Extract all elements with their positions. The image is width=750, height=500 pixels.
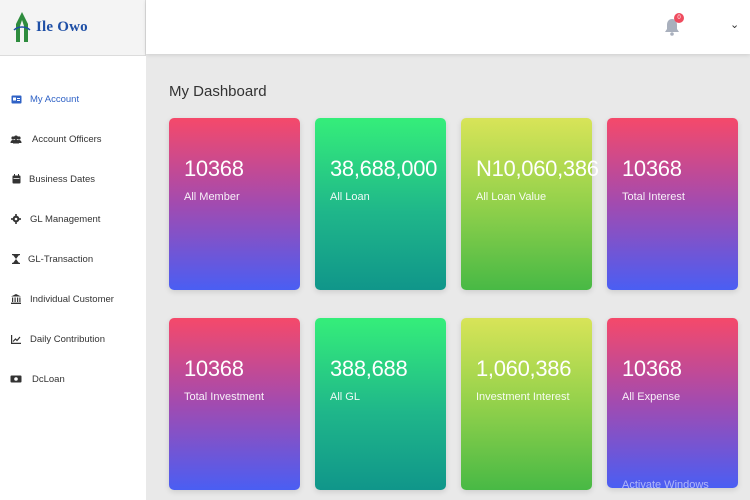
brand-name: Ile Owo: [36, 19, 88, 35]
gear-icon: [10, 213, 22, 225]
sidebar-item-label: Account Officers: [32, 133, 102, 145]
sidebar-item-business-dates[interactable]: Business Dates: [0, 165, 146, 193]
card-value: N10,060,386: [476, 156, 599, 181]
sidebar-item-individual-customer[interactable]: Individual Customer: [0, 285, 146, 313]
sidebar-item-label: Daily Contribution: [30, 333, 105, 345]
sidebar-item-gl-transaction[interactable]: GL-Transaction: [0, 245, 146, 273]
card-label: All Member: [184, 191, 240, 203]
chevron-down-icon[interactable]: ⌄: [730, 18, 739, 31]
card-label: All Expense: [622, 391, 681, 403]
bank-icon: [10, 293, 22, 305]
stat-card-investment-interest[interactable]: 1,060,386 Investment Interest: [461, 318, 592, 490]
sidebar-item-label: GL Management: [30, 213, 101, 225]
stat-card-all-expense[interactable]: 10368 All Expense: [607, 318, 738, 488]
card-value: 10368: [184, 356, 244, 381]
card-value: 388,688: [330, 356, 408, 381]
card-value: 1,060,386: [476, 356, 572, 381]
sidebar-item-label: Individual Customer: [30, 293, 114, 305]
sidebar-item-my-account[interactable]: My Account: [0, 85, 146, 113]
sidebar-item-account-officers[interactable]: Account Officers: [0, 125, 146, 153]
calendar-icon: [10, 173, 22, 185]
stat-card-all-loan-value[interactable]: N10,060,386 All Loan Value: [461, 118, 599, 290]
sidebar: My Account Account Officers Business Dat…: [0, 56, 146, 500]
users-icon: [10, 133, 22, 145]
page-title: My Dashboard: [169, 83, 267, 100]
card-label: Investment Interest: [476, 391, 570, 403]
card-label: All Loan: [330, 191, 370, 203]
card-label: All GL: [330, 391, 360, 403]
card-label: Total Interest: [622, 191, 685, 203]
sidebar-item-dcloan[interactable]: DcLoan: [0, 365, 146, 393]
stat-card-all-gl[interactable]: 388,688 All GL: [315, 318, 446, 490]
logo-icon: [13, 11, 31, 42]
card-value: 38,688,000: [330, 156, 438, 181]
card-value: 10368: [184, 156, 244, 181]
sidebar-item-label: GL-Transaction: [28, 253, 94, 265]
card-value: 10368: [622, 156, 682, 181]
sidebar-item-label: Business Dates: [29, 173, 96, 185]
sidebar-item-gl-management[interactable]: GL Management: [0, 205, 146, 233]
stat-card-all-member[interactable]: 10368 All Member: [169, 118, 300, 290]
chart-icon: [10, 333, 22, 345]
sidebar-item-label: My Account: [30, 93, 80, 105]
stat-card-all-loan[interactable]: 38,688,000 All Loan: [315, 118, 446, 290]
notification-badge: 0: [674, 13, 684, 23]
card-label: Total Investment: [184, 391, 265, 403]
windows-activation-watermark: Activate Windows: [622, 479, 709, 491]
hourglass-icon: [10, 253, 22, 265]
top-bar: 0 ⌄: [146, 0, 750, 54]
card-value: 10368: [622, 356, 682, 381]
money-icon: [10, 373, 22, 385]
brand[interactable]: Ile Owo: [0, 0, 146, 56]
stat-card-total-investment[interactable]: 10368 Total Investment: [169, 318, 300, 490]
sidebar-item-label: DcLoan: [32, 373, 65, 385]
card-label: All Loan Value: [476, 191, 547, 203]
stat-card-total-interest[interactable]: 10368 Total Interest: [607, 118, 738, 290]
id-card-icon: [10, 93, 22, 105]
sidebar-item-daily-contribution[interactable]: Daily Contribution: [0, 325, 146, 353]
